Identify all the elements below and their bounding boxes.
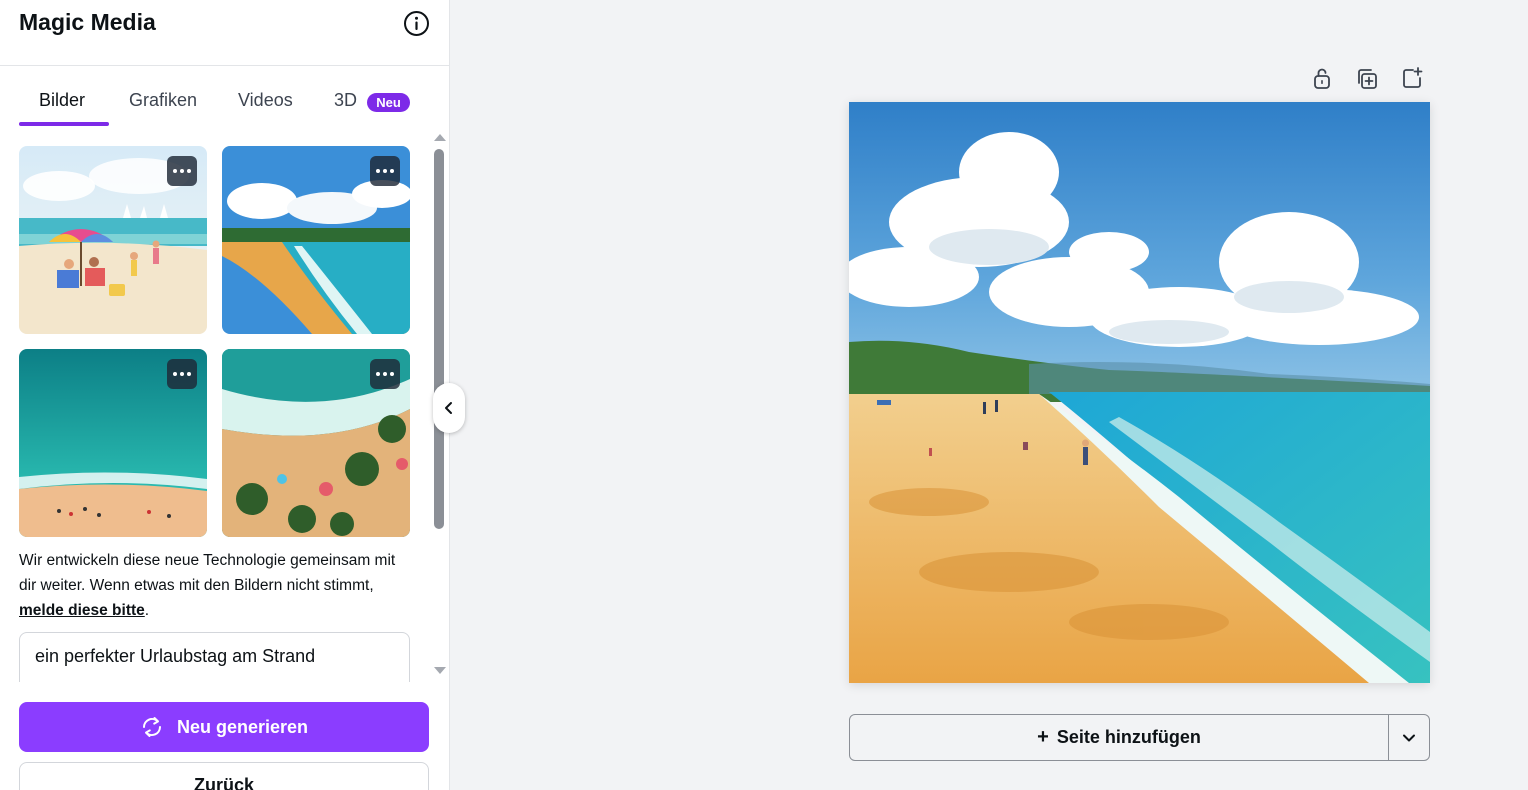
scrollbar-thumb[interactable] — [434, 149, 444, 529]
result-image-1[interactable] — [19, 146, 207, 334]
add-page-icon[interactable] — [1400, 66, 1424, 90]
chevron-left-icon — [445, 402, 452, 414]
add-page-button[interactable]: + Seite hinzufügen — [850, 715, 1389, 760]
duplicate-page-icon[interactable] — [1355, 67, 1379, 91]
media-type-tabs: Bilder Grafiken Videos 3D Neu — [19, 78, 411, 126]
ellipsis-icon[interactable] — [370, 156, 400, 186]
canvas-beach-image[interactable] — [849, 102, 1430, 683]
back-button[interactable]: Zurück — [19, 762, 429, 790]
unlock-icon[interactable] — [1310, 66, 1334, 90]
ellipsis-icon[interactable] — [370, 359, 400, 389]
collapse-panel-button[interactable] — [433, 383, 465, 433]
plus-icon: + — [1037, 726, 1049, 748]
active-tab-indicator — [19, 122, 109, 126]
tab-bilder[interactable]: Bilder — [39, 90, 85, 111]
tab-videos[interactable]: Videos — [238, 90, 293, 111]
results-scroll-area: Wir entwickeln diese neue Technologie ge… — [0, 134, 430, 682]
regenerate-label: Neu generieren — [176, 716, 309, 737]
add-page-menu-button[interactable] — [1389, 715, 1429, 760]
note-suffix: . — [144, 602, 150, 619]
add-page-label: Seite hinzufügen — [1056, 727, 1201, 747]
scroll-down-arrow-icon[interactable] — [434, 667, 446, 674]
regenerate-button[interactable]: Neu generieren — [19, 702, 429, 752]
panel-title: Magic Media — [19, 9, 156, 35]
result-image-2[interactable] — [222, 146, 410, 334]
add-page-bar: + Seite hinzufügen — [849, 714, 1430, 761]
tab-3d[interactable]: 3D — [334, 90, 357, 111]
chevron-down-icon — [1403, 734, 1415, 741]
magic-media-panel: Magic Media Bilder Grafiken Videos 3D Ne… — [0, 0, 450, 790]
note-text: Wir entwickeln diese neue Technologie ge… — [19, 552, 396, 594]
result-image-3[interactable] — [19, 349, 207, 537]
result-image-4[interactable] — [222, 349, 410, 537]
ellipsis-icon[interactable] — [167, 359, 197, 389]
report-link[interactable]: melde diese bitte — [19, 602, 145, 619]
tab-grafiken[interactable]: Grafiken — [129, 90, 197, 111]
new-badge: Neu — [367, 93, 410, 112]
feedback-note: Wir entwickeln diese neue Technologie ge… — [19, 548, 414, 623]
prompt-input[interactable]: ein perfekter Urlaubstag am Strand — [19, 632, 410, 682]
scroll-up-arrow-icon[interactable] — [434, 134, 446, 141]
ellipsis-icon[interactable] — [167, 156, 197, 186]
panel-header: Magic Media — [0, 0, 449, 66]
regenerate-icon — [142, 717, 161, 737]
info-icon[interactable] — [403, 10, 430, 37]
